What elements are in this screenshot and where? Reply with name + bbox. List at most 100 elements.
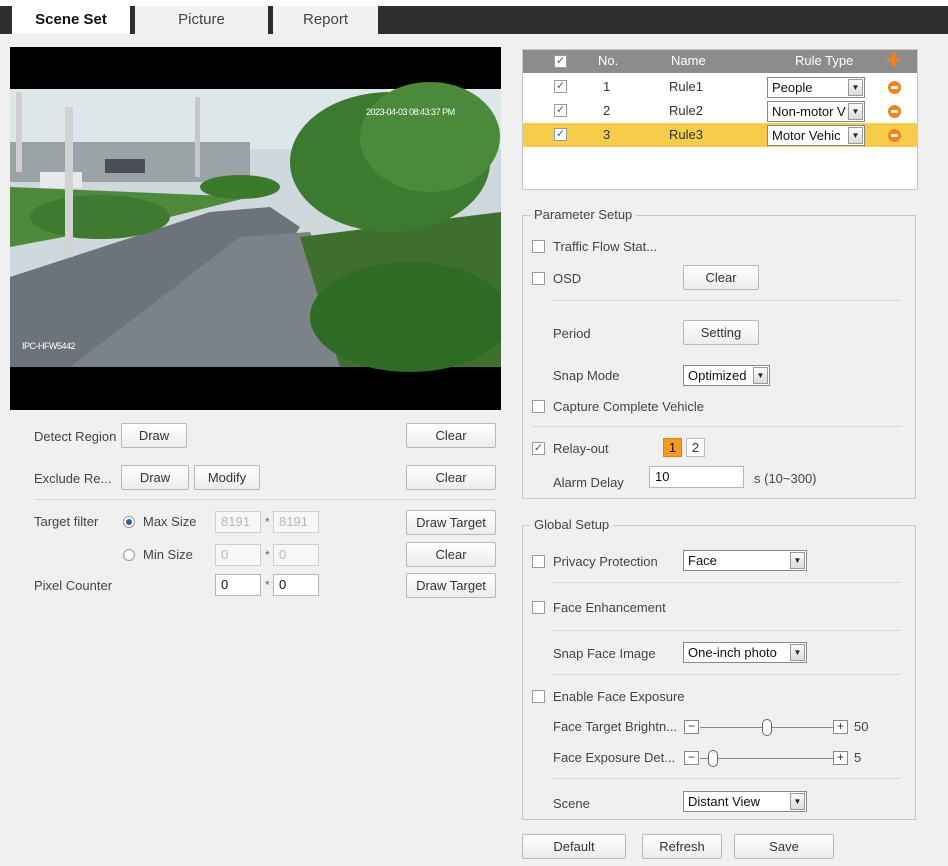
rule-checkbox[interactable]: ✓	[554, 128, 567, 141]
video-timestamp: 2023-04-03 08:43:37 PM	[366, 107, 455, 117]
min-size-radio[interactable]	[123, 549, 135, 561]
chevron-down-icon: ▼	[848, 103, 863, 120]
min-size-label: Min Size	[143, 547, 193, 562]
capture-complete-vehicle-label: Capture Complete Vehicle	[553, 399, 705, 414]
pixel-counter-height-input[interactable]: 0	[273, 574, 319, 596]
traffic-flow-label: Traffic Flow Stat...	[553, 239, 658, 254]
delete-rule-icon[interactable]	[888, 129, 901, 142]
size-separator: *	[265, 548, 270, 562]
period-setting-button[interactable]: Setting	[683, 320, 759, 345]
divider	[553, 630, 901, 631]
divider	[34, 499, 496, 500]
snap-mode-select[interactable]: Optimized ▼	[683, 365, 770, 386]
pixel-counter-draw-target-button[interactable]: Draw Target	[406, 573, 496, 598]
face-enhancement-checkbox[interactable]	[532, 601, 545, 614]
scene-select[interactable]: Distant View ▼	[683, 791, 807, 812]
traffic-flow-checkbox[interactable]	[532, 240, 545, 253]
privacy-protection-select[interactable]: Face ▼	[683, 550, 807, 571]
delete-rule-icon[interactable]	[888, 81, 901, 94]
pixel-counter-width-input[interactable]: 0	[215, 574, 261, 596]
relay-out-2-button[interactable]: 2	[686, 438, 705, 457]
privacy-protection-checkbox[interactable]	[532, 555, 545, 568]
rules-table-header: ✓ No. Name Rule Type ✚	[523, 50, 917, 73]
size-separator: *	[265, 515, 270, 529]
rules-table: ✓ No. Name Rule Type ✚ ✓ 1 Rule1 People ▼…	[522, 49, 918, 190]
tab-report[interactable]: Report	[273, 6, 378, 34]
divider	[553, 300, 901, 301]
relay-out-1-button[interactable]: 1	[663, 438, 682, 457]
alarm-delay-label: Alarm Delay	[553, 475, 624, 490]
rule-row-2[interactable]: ✓ 2 Rule2 Non-motor V ▼	[523, 99, 917, 123]
default-button[interactable]: Default	[522, 834, 626, 859]
rule-row-3[interactable]: ✓ 3 Rule3 Motor Vehic ▼	[523, 123, 917, 147]
plus-icon[interactable]: +	[833, 751, 848, 765]
slider-thumb[interactable]	[708, 750, 719, 767]
main-content: 2023-04-03 08:43:37 PM IPC-HFW5442 Detec…	[0, 34, 948, 866]
slider-thumb[interactable]	[761, 719, 772, 736]
camera-scene-image	[10, 47, 501, 410]
save-button[interactable]: Save	[734, 834, 834, 859]
minus-icon[interactable]: −	[684, 751, 699, 765]
chevron-down-icon: ▼	[790, 793, 805, 810]
tab-scene-set[interactable]: Scene Set	[12, 6, 130, 34]
detect-region-draw-button[interactable]: Draw	[121, 423, 187, 448]
video-preview[interactable]: 2023-04-03 08:43:37 PM IPC-HFW5442	[10, 47, 501, 410]
detect-region-clear-button[interactable]: Clear	[406, 423, 496, 448]
col-no-header: No.	[598, 53, 619, 68]
capture-complete-vehicle-checkbox[interactable]	[532, 400, 545, 413]
tab-bar: Scene Set Picture Report	[0, 6, 948, 34]
exclude-region-draw-button[interactable]: Draw	[121, 465, 189, 490]
rule-type-select[interactable]: Motor Vehic ▼	[767, 125, 865, 146]
global-setup-legend: Global Setup	[530, 517, 614, 532]
exclude-region-modify-button[interactable]: Modify	[194, 465, 260, 490]
face-target-brightness-value: 50	[854, 719, 869, 734]
rule-name: Rule3	[669, 127, 703, 142]
rule-row-1[interactable]: ✓ 1 Rule1 People ▼	[523, 75, 917, 99]
draw-target-button[interactable]: Draw Target	[406, 510, 496, 535]
refresh-button[interactable]: Refresh	[642, 834, 722, 859]
face-exposure-detect-slider[interactable]	[700, 758, 833, 759]
detect-region-label: Detect Region	[34, 429, 117, 444]
osd-clear-button[interactable]: Clear	[683, 265, 759, 290]
max-size-width-input[interactable]: 8191	[215, 511, 261, 533]
min-size-width-input[interactable]: 0	[215, 544, 261, 566]
rule-name: Rule2	[669, 103, 703, 118]
max-size-label: Max Size	[143, 514, 197, 529]
privacy-protection-label: Privacy Protection	[553, 554, 658, 569]
enable-face-exposure-label: Enable Face Exposure	[553, 689, 685, 704]
rule-type-select[interactable]: Non-motor V ▼	[767, 101, 865, 122]
chevron-down-icon: ▼	[848, 127, 863, 144]
rule-type-select[interactable]: People ▼	[767, 77, 865, 98]
rule-checkbox[interactable]: ✓	[554, 104, 567, 117]
chevron-down-icon: ▼	[753, 367, 768, 384]
minus-icon[interactable]: −	[684, 720, 699, 734]
face-target-brightness-label: Face Target Brightn...	[553, 719, 678, 734]
max-size-height-input[interactable]: 8191	[273, 511, 319, 533]
divider	[553, 778, 901, 779]
alarm-delay-unit: s (10~300)	[754, 471, 817, 486]
target-filter-label: Target filter	[34, 514, 99, 529]
min-size-height-input[interactable]: 0	[273, 544, 319, 566]
target-filter-clear-button[interactable]: Clear	[406, 542, 496, 567]
chevron-down-icon: ▼	[848, 79, 863, 96]
scene-label: Scene	[553, 796, 590, 811]
tab-picture[interactable]: Picture	[135, 6, 268, 34]
rule-name: Rule1	[669, 79, 703, 94]
relay-out-checkbox[interactable]: ✓	[532, 442, 545, 455]
osd-checkbox[interactable]	[532, 272, 545, 285]
delete-rule-icon[interactable]	[888, 105, 901, 118]
exclude-region-clear-button[interactable]: Clear	[406, 465, 496, 490]
add-rule-icon[interactable]: ✚	[886, 50, 901, 71]
rule-no: 3	[603, 127, 611, 142]
relay-out-label: Relay-out	[553, 441, 609, 456]
plus-icon[interactable]: +	[833, 720, 848, 734]
snap-face-image-select[interactable]: One-inch photo ▼	[683, 642, 807, 663]
face-exposure-detect-label: Face Exposure Det...	[553, 750, 676, 765]
face-exposure-detect-value: 5	[854, 750, 862, 765]
exclude-region-label: Exclude Re...	[34, 471, 112, 486]
rule-checkbox[interactable]: ✓	[554, 80, 567, 93]
enable-face-exposure-checkbox[interactable]	[532, 690, 545, 703]
alarm-delay-input[interactable]: 10	[649, 466, 744, 488]
select-all-checkbox[interactable]: ✓	[554, 55, 567, 68]
max-size-radio[interactable]	[123, 516, 135, 528]
